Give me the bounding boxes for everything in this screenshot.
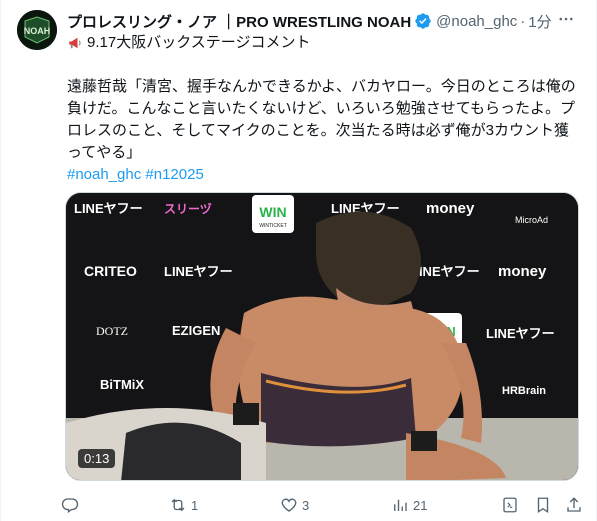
verified-badge-icon <box>414 12 432 30</box>
bookmark-button[interactable] <box>534 493 552 517</box>
megaphone-icon <box>67 34 85 52</box>
tweet-card: NOAH プロレスリング・ノア ｜PRO WRESTLING NOAH @noa… <box>0 0 597 521</box>
svg-text:WIN: WIN <box>259 204 286 220</box>
video-player[interactable]: LINEヤフー スリーヅ LINEヤフー money MicroAd CRITE… <box>65 192 579 481</box>
views-count: 21 <box>413 497 428 513</box>
grok-icon <box>503 497 517 513</box>
tweet-hashtags[interactable]: #noah_ghc #n12025 <box>67 164 578 186</box>
sponsor-dotz: DOTZ <box>96 324 128 338</box>
svg-text:WINTICKET: WINTICKET <box>259 223 287 229</box>
sponsor-bitmix: BiTMiX <box>100 377 144 392</box>
sponsor-suri: スリーヅ <box>164 201 212 216</box>
views-chart-icon <box>394 499 407 511</box>
video-duration: 0:13 <box>78 449 116 468</box>
tweet-first-line: 9.17大阪バックステージコメント <box>67 32 578 54</box>
author-handle[interactable]: @noah_ghc <box>436 13 517 30</box>
sponsor-lineyahoo: LINEヤフー <box>74 201 143 216</box>
timestamp[interactable]: 1分 <box>528 11 551 32</box>
sponsor-lineyahoo-4: LINEヤフー <box>411 264 480 279</box>
retweet-button[interactable]: 1 <box>169 493 198 517</box>
sponsor-hrbrain: HRBrain <box>502 385 546 397</box>
win-logo: WIN WINTICKET <box>252 195 294 233</box>
sponsor-lineyahoo-5: LINEヤフー <box>486 326 555 341</box>
avatar[interactable]: NOAH <box>17 10 57 50</box>
noah-logo-icon: NOAH <box>17 10 57 50</box>
sponsor-money-2: money <box>498 263 547 280</box>
share-button[interactable] <box>565 493 583 517</box>
reply-button[interactable] <box>61 493 83 517</box>
share-icon <box>567 497 581 512</box>
action-bar: 1 3 21 <box>61 493 586 517</box>
tweet-header: プロレスリング・ノア ｜PRO WRESTLING NOAH @noah_ghc… <box>67 10 580 32</box>
retweet-icon <box>171 498 185 512</box>
sponsor-criteo: CRITEO <box>84 263 137 279</box>
like-count: 3 <box>302 497 310 513</box>
video-frame: LINEヤフー スリーヅ LINEヤフー money MicroAd CRITE… <box>66 193 578 480</box>
separator-dot: · <box>520 12 526 30</box>
retweet-count: 1 <box>191 497 199 513</box>
author-name[interactable]: プロレスリング・ノア ｜PRO WRESTLING NOAH <box>67 11 411 32</box>
tweet-paragraph: 遠藤哲哉「清宮、握手なんかできるかよ、バカヤロー。今日のところは俺の負けだ。こん… <box>67 78 576 161</box>
tweet-first-line-text: 9.17大阪バックステージコメント <box>87 34 311 51</box>
grok-button[interactable] <box>501 493 519 517</box>
sponsor-ezigen: EZIGEN <box>172 323 220 338</box>
views-button[interactable]: 21 <box>391 493 427 517</box>
like-button[interactable]: 3 <box>280 493 309 517</box>
sponsor-money: money <box>426 200 475 217</box>
bookmark-icon <box>537 497 549 514</box>
reply-icon <box>61 498 79 514</box>
avatar-text: NOAH <box>24 26 51 36</box>
sponsor-microad: MicroAd <box>515 215 548 225</box>
heart-icon <box>281 498 297 512</box>
more-options-icon[interactable] <box>552 8 580 30</box>
sponsor-lineyahoo-3: LINEヤフー <box>164 264 233 279</box>
